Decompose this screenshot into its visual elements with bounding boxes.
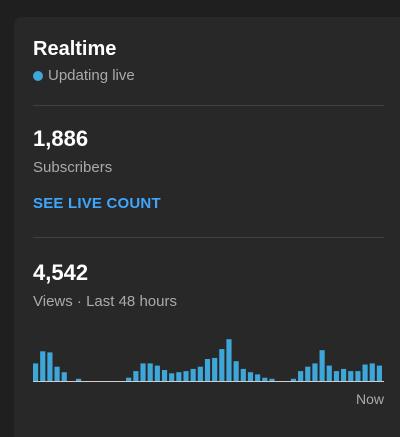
chart-bar (176, 372, 182, 381)
chart-bar (348, 371, 354, 381)
chart-bar (341, 368, 347, 381)
chart-bar (54, 366, 60, 381)
chart-bar (226, 339, 232, 381)
chart-bar (233, 361, 239, 381)
chart-bar (133, 371, 139, 381)
view-count: 4,542 (33, 260, 89, 285)
chart-bar (140, 363, 146, 381)
chart-bar (362, 364, 368, 381)
chart-bar (33, 363, 39, 381)
chart-bar (197, 366, 203, 381)
chart-bar (183, 371, 189, 381)
chart-bar (262, 377, 268, 381)
views-chart: Now (33, 331, 384, 411)
chart-bar (240, 368, 246, 381)
chart-bar (319, 350, 325, 381)
views-section: 4,542 Views · Last 48 hours Now (33, 238, 384, 411)
chart-bar (269, 378, 275, 381)
chart-bar (298, 371, 304, 381)
live-status-text: Updating live (48, 67, 135, 84)
card-title: Realtime (33, 38, 117, 60)
chart-bar (40, 351, 46, 381)
chart-bar (147, 363, 153, 381)
chart-bar (355, 371, 361, 381)
chart-bar (376, 365, 382, 381)
chart-bar (305, 366, 311, 381)
chart-bar (154, 365, 160, 381)
chart-bar (247, 372, 254, 381)
chart-bar (47, 352, 53, 381)
chart-now-label: Now (355, 391, 384, 407)
live-status: Updating live (33, 67, 384, 85)
chart-bar (190, 368, 196, 381)
chart-bar (369, 363, 375, 381)
live-indicator-dot-icon (33, 71, 43, 81)
chart-bar (204, 359, 211, 381)
subscriber-count: 1,886 (33, 126, 89, 151)
chart-bar (75, 378, 82, 381)
chart-bar (290, 378, 297, 381)
realtime-card: Realtime Updating live 1,886 Subscribers… (14, 17, 400, 437)
chart-bar (219, 349, 225, 381)
views-bar-chart (33, 339, 384, 382)
views-label: Views · Last 48 hours (33, 293, 177, 310)
see-live-count-link[interactable]: SEE LIVE COUNT (33, 195, 161, 213)
chart-bar (61, 372, 67, 381)
chart-bar (326, 365, 332, 381)
chart-bar (333, 371, 340, 381)
chart-bar (255, 374, 261, 381)
chart-bar (312, 363, 318, 381)
chart-bar (212, 357, 218, 381)
chart-bar (161, 370, 168, 381)
subscriber-label: Subscribers (33, 159, 113, 176)
chart-bar (126, 377, 132, 381)
subscribers-section: 1,886 Subscribers SEE LIVE COUNT (33, 106, 384, 213)
chart-bar (169, 373, 175, 381)
